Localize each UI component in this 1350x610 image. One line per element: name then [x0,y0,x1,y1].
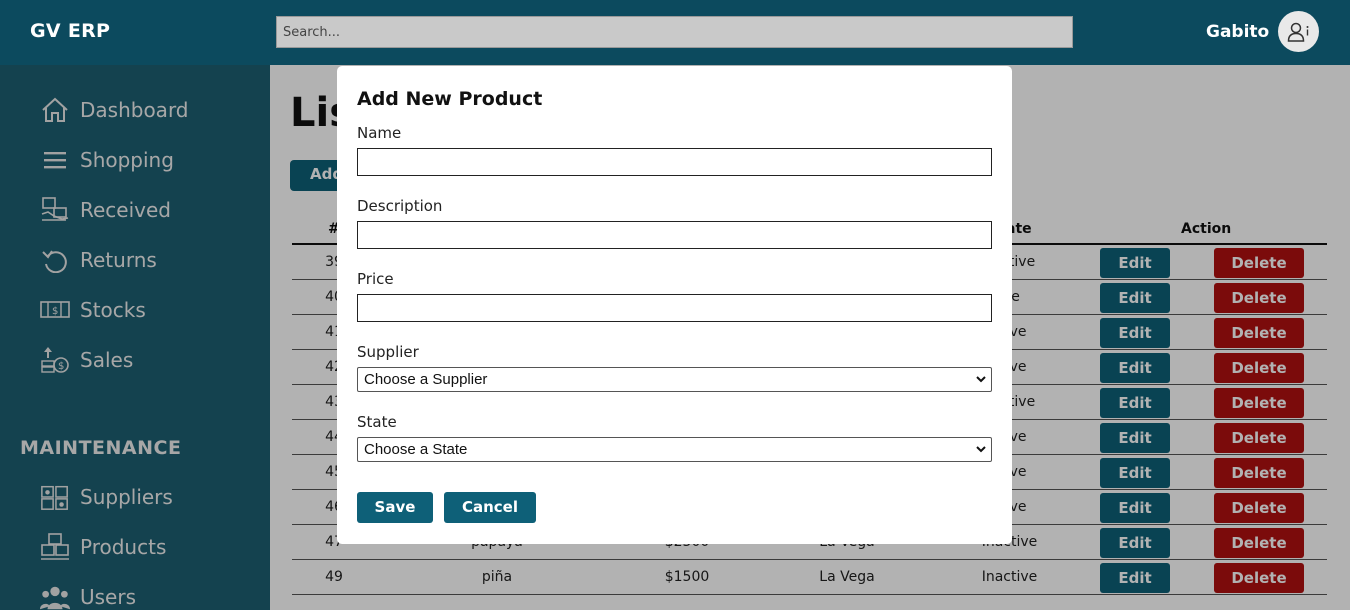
supplier-label: Supplier [357,343,419,361]
top-header: GV ERP Gabito [0,0,1350,65]
chevron-down-icon [975,369,987,396]
name-field[interactable] [357,148,992,176]
supplier-select[interactable]: Choose a Supplier [357,367,992,392]
search-input[interactable] [276,16,1073,48]
state-select[interactable]: Choose a State [357,437,992,462]
add-product-modal: Add New Product Name Description Price S… [337,66,1012,544]
cancel-button[interactable]: Cancel [444,492,536,523]
state-label: State [357,413,397,431]
chevron-down-icon [975,439,987,466]
supplier-selected-value: Choose a Supplier [364,371,488,388]
modal-title: Add New Product [357,88,543,110]
price-field[interactable] [357,294,992,322]
description-label: Description [357,197,443,215]
user-info-icon[interactable] [1278,11,1319,52]
username-label: Gabito [1206,22,1270,42]
name-label: Name [357,124,402,142]
brand-logo[interactable]: GV ERP [30,20,110,42]
save-button[interactable]: Save [357,492,433,523]
description-field[interactable] [357,221,992,249]
price-label: Price [357,270,394,288]
state-selected-value: Choose a State [364,441,468,458]
